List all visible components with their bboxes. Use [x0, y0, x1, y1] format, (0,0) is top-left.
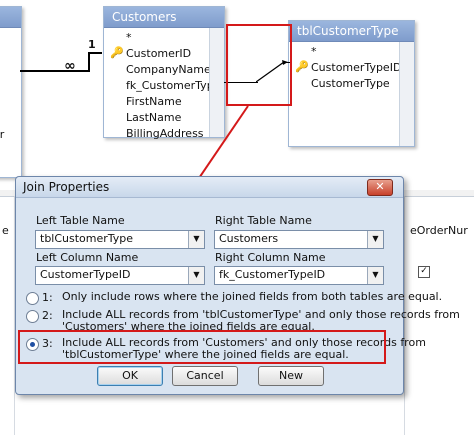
left-column-label: Left Column Name — [36, 251, 139, 264]
right-table-select[interactable]: Customers ▼ — [214, 230, 384, 249]
join-option-1-number: 1: — [42, 291, 53, 304]
grid-partial-right-header: eOrderNur — [410, 224, 468, 237]
right-column-label: Right Column Name — [215, 251, 326, 264]
left-table-select[interactable]: tblCustomerType ▼ — [35, 230, 205, 249]
join-option-1-text: Only include rows where the joined field… — [62, 290, 443, 303]
chevron-down-icon[interactable]: ▼ — [367, 267, 383, 284]
new-button[interactable]: New — [258, 366, 324, 386]
chevron-down-icon[interactable]: ▼ — [367, 231, 383, 248]
selected-option-highlight — [18, 330, 386, 364]
chevron-down-icon[interactable]: ▼ — [188, 231, 204, 248]
grid-partial-left-header: e — [2, 224, 9, 237]
join-option-2-radio[interactable] — [26, 310, 39, 323]
left-table-label: Left Table Name — [36, 214, 125, 227]
right-table-label: Right Table Name — [215, 214, 312, 227]
dialog-title: Join Properties — [16, 177, 403, 198]
join-option-1-radio[interactable] — [26, 292, 39, 305]
right-column-select[interactable]: fk_CustomerTypeID ▼ — [214, 266, 384, 285]
left-column-select[interactable]: CustomerTypeID ▼ — [35, 266, 205, 285]
join-option-2-number: 2: — [42, 309, 53, 322]
cancel-button[interactable]: Cancel — [172, 366, 238, 386]
chevron-down-icon[interactable]: ▼ — [188, 267, 204, 284]
ok-button[interactable]: OK — [97, 366, 163, 386]
grid-show-checkbox[interactable]: ✓ — [418, 266, 430, 278]
close-button[interactable]: ✕ — [367, 179, 393, 196]
